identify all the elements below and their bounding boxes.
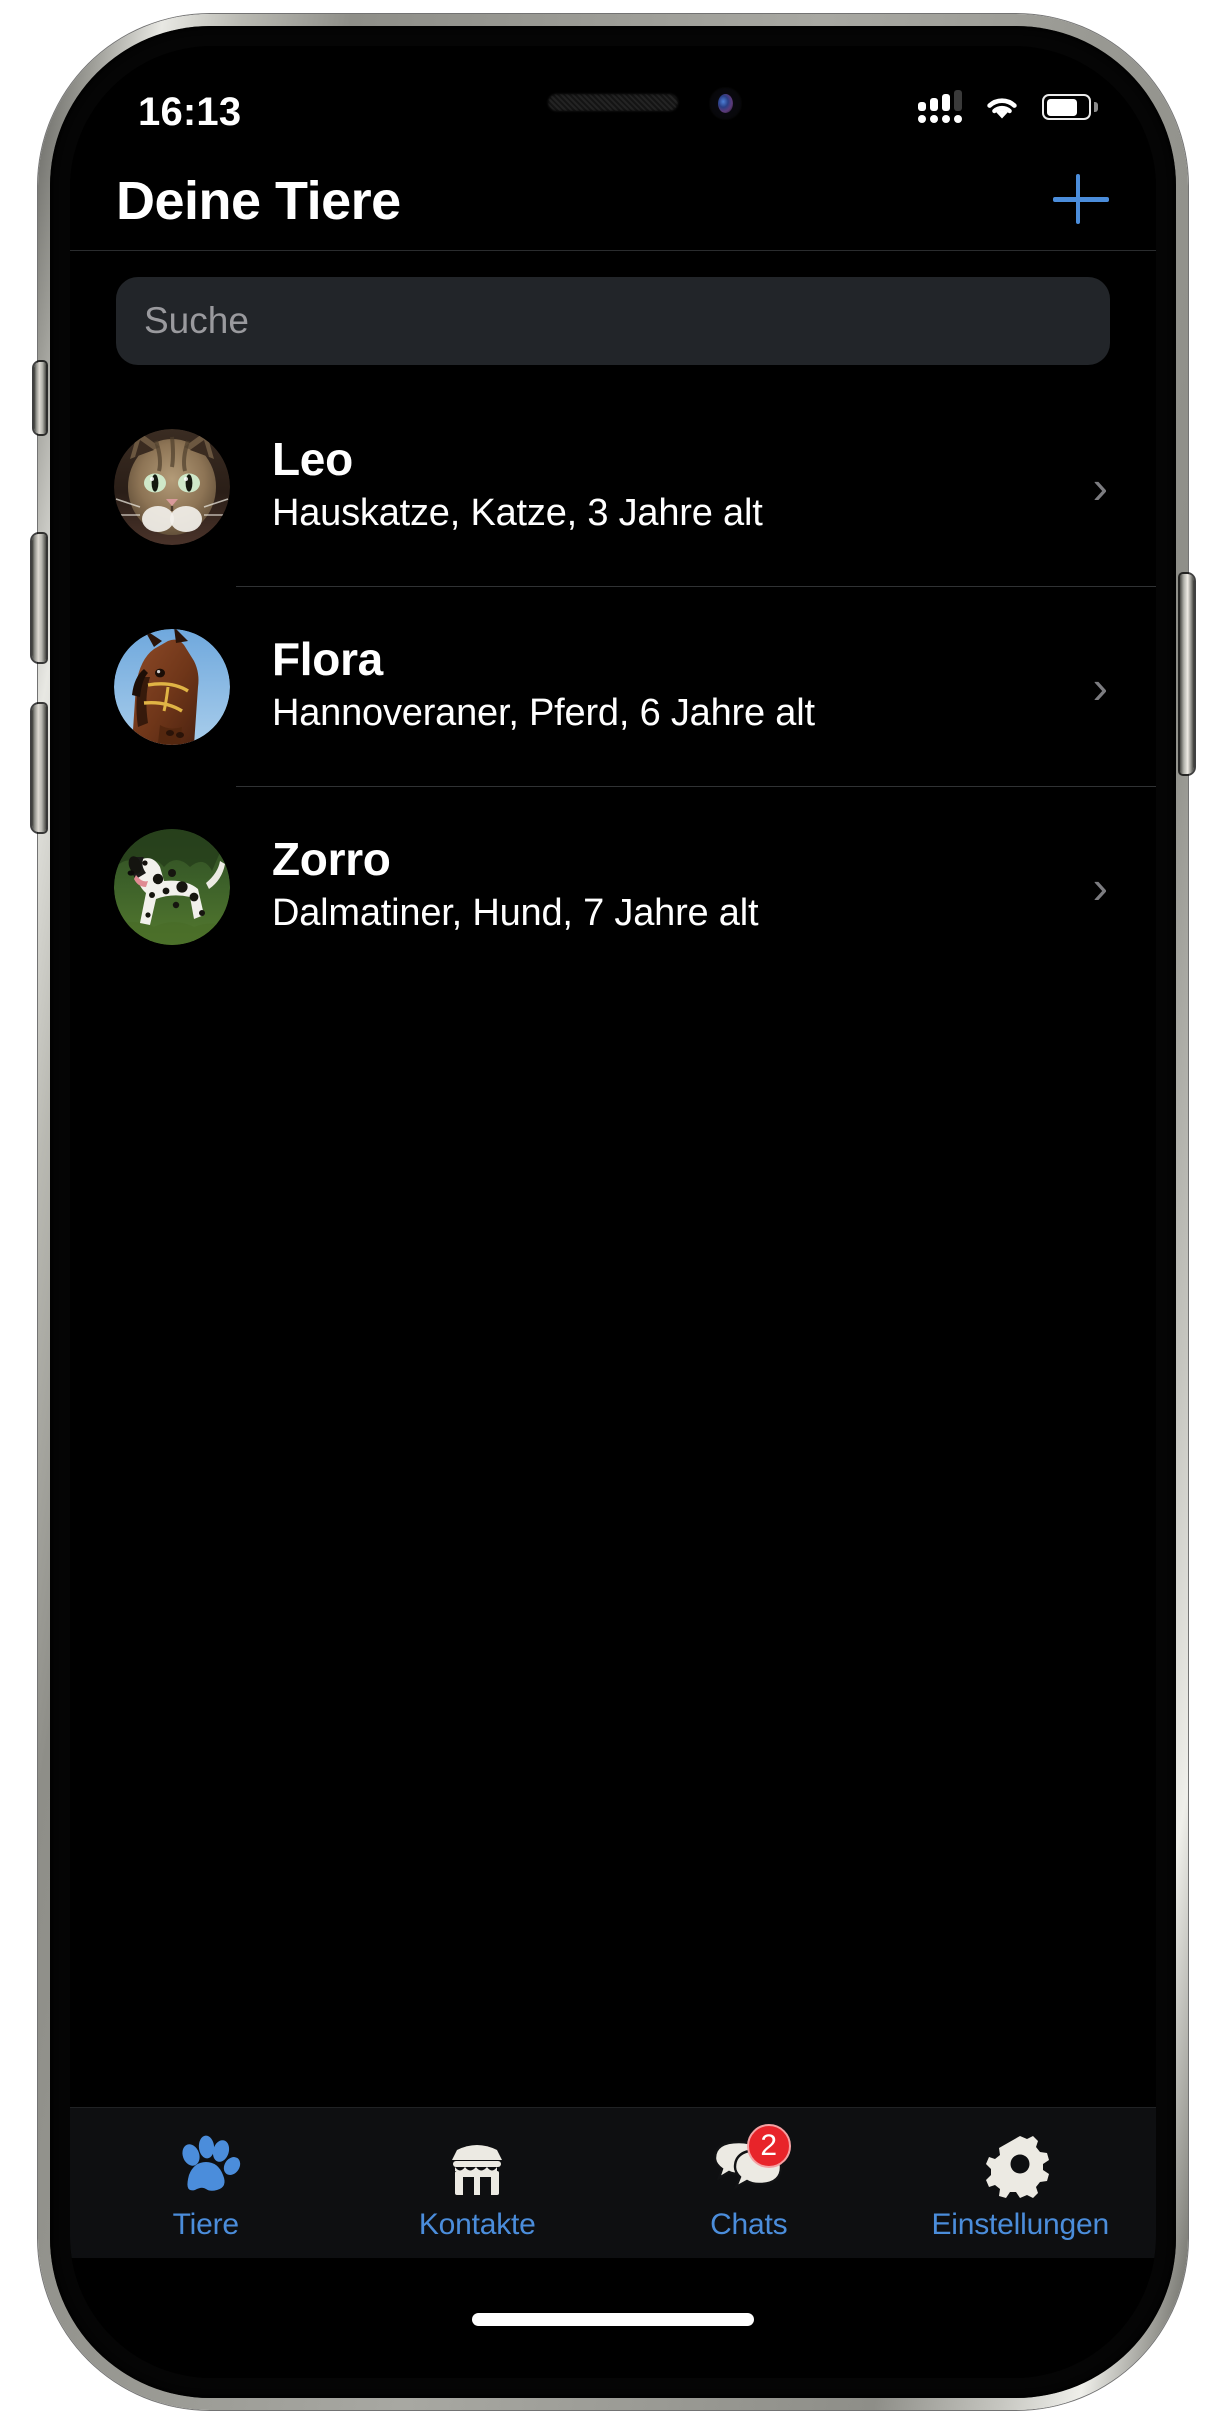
add-pet-button[interactable] xyxy=(1050,168,1112,230)
tab-label: Tiere xyxy=(172,2208,239,2241)
dalmatian-dog-photo-icon xyxy=(114,829,230,945)
tab-einstellungen[interactable]: Einstellungen xyxy=(885,2108,1157,2258)
search-container xyxy=(70,251,1156,365)
avatar xyxy=(114,429,230,545)
tab-tiere[interactable]: Tiere xyxy=(70,2108,342,2258)
tab-label: Einstellungen xyxy=(931,2208,1110,2241)
pet-name: Leo xyxy=(272,433,353,486)
status-bar: 16:13 xyxy=(70,46,1156,154)
pet-list: Leo Hauskatze, Katze, 3 Jahre alt › Flor… xyxy=(70,387,1156,987)
pet-detail: Hannoveraner, Pferd, 6 Jahre alt xyxy=(272,692,815,735)
phone-screen: 16:13 Deine Tiere Suche Leo Hauskatze, K… xyxy=(70,46,1156,2378)
tab-kontakte[interactable]: Kontakte xyxy=(342,2108,614,2258)
tabby-cat-photo-icon xyxy=(114,429,230,545)
tab-label: Kontakte xyxy=(418,2208,536,2241)
tab-chats[interactable]: 2 Chats xyxy=(613,2108,885,2258)
paw-icon xyxy=(170,2128,242,2200)
avatar xyxy=(114,629,230,745)
tab-bar: Tiere Kontakte 2 Chats Einstellungen xyxy=(70,2107,1156,2258)
storefront-icon xyxy=(441,2128,513,2200)
pet-info: Leo Hauskatze, Katze, 3 Jahre alt xyxy=(230,433,1093,537)
bay-horse-photo-icon xyxy=(114,629,230,745)
pet-detail: Dalmatiner, Hund, 7 Jahre alt xyxy=(272,892,759,935)
wifi-icon xyxy=(987,98,1017,119)
status-bar-clock: 16:13 xyxy=(138,90,242,134)
pet-name: Flora xyxy=(272,633,383,686)
phone-bezel: 16:13 Deine Tiere Suche Leo Hauskatze, K… xyxy=(50,26,1176,2398)
status-bar-icons xyxy=(918,90,1098,123)
app-content: Deine Tiere Suche Leo Hauskatze, Katze, … xyxy=(70,154,1156,2378)
avatar xyxy=(114,829,230,945)
phone-frame: 16:13 Deine Tiere Suche Leo Hauskatze, K… xyxy=(32,14,1194,2410)
navigation-bar: Deine Tiere xyxy=(70,154,1156,251)
pet-detail: Hauskatze, Katze, 3 Jahre alt xyxy=(272,492,763,535)
search-input[interactable] xyxy=(116,277,1110,365)
pet-name: Zorro xyxy=(272,833,391,886)
chevron-right-icon: › xyxy=(1092,661,1108,713)
pet-info: Zorro Dalmatiner, Hund, 7 Jahre alt xyxy=(230,833,1093,937)
page-title: Deine Tiere xyxy=(116,171,401,231)
gear-icon xyxy=(984,2128,1056,2200)
chat-bubbles-icon: 2 xyxy=(713,2124,791,2200)
chevron-right-icon: › xyxy=(1092,461,1108,513)
cellular-signal-icon xyxy=(918,90,962,123)
power-side-button[interactable] xyxy=(1180,574,1194,774)
battery-icon xyxy=(1042,94,1098,120)
pet-info: Flora Hannoveraner, Pferd, 6 Jahre alt xyxy=(230,633,1093,737)
volume-down-button[interactable] xyxy=(32,704,46,832)
chevron-right-icon: › xyxy=(1092,861,1108,913)
home-indicator[interactable] xyxy=(472,2313,754,2326)
list-item[interactable]: Zorro Dalmatiner, Hund, 7 Jahre alt › xyxy=(70,787,1156,987)
tab-label: Chats xyxy=(710,2208,788,2241)
list-item[interactable]: Leo Hauskatze, Katze, 3 Jahre alt › xyxy=(70,387,1156,587)
volume-up-button[interactable] xyxy=(32,534,46,662)
mute-switch-button[interactable] xyxy=(34,362,46,434)
plus-icon xyxy=(1053,197,1109,202)
list-item[interactable]: Flora Hannoveraner, Pferd, 6 Jahre alt › xyxy=(70,587,1156,787)
chats-unread-badge: 2 xyxy=(746,2124,791,2168)
